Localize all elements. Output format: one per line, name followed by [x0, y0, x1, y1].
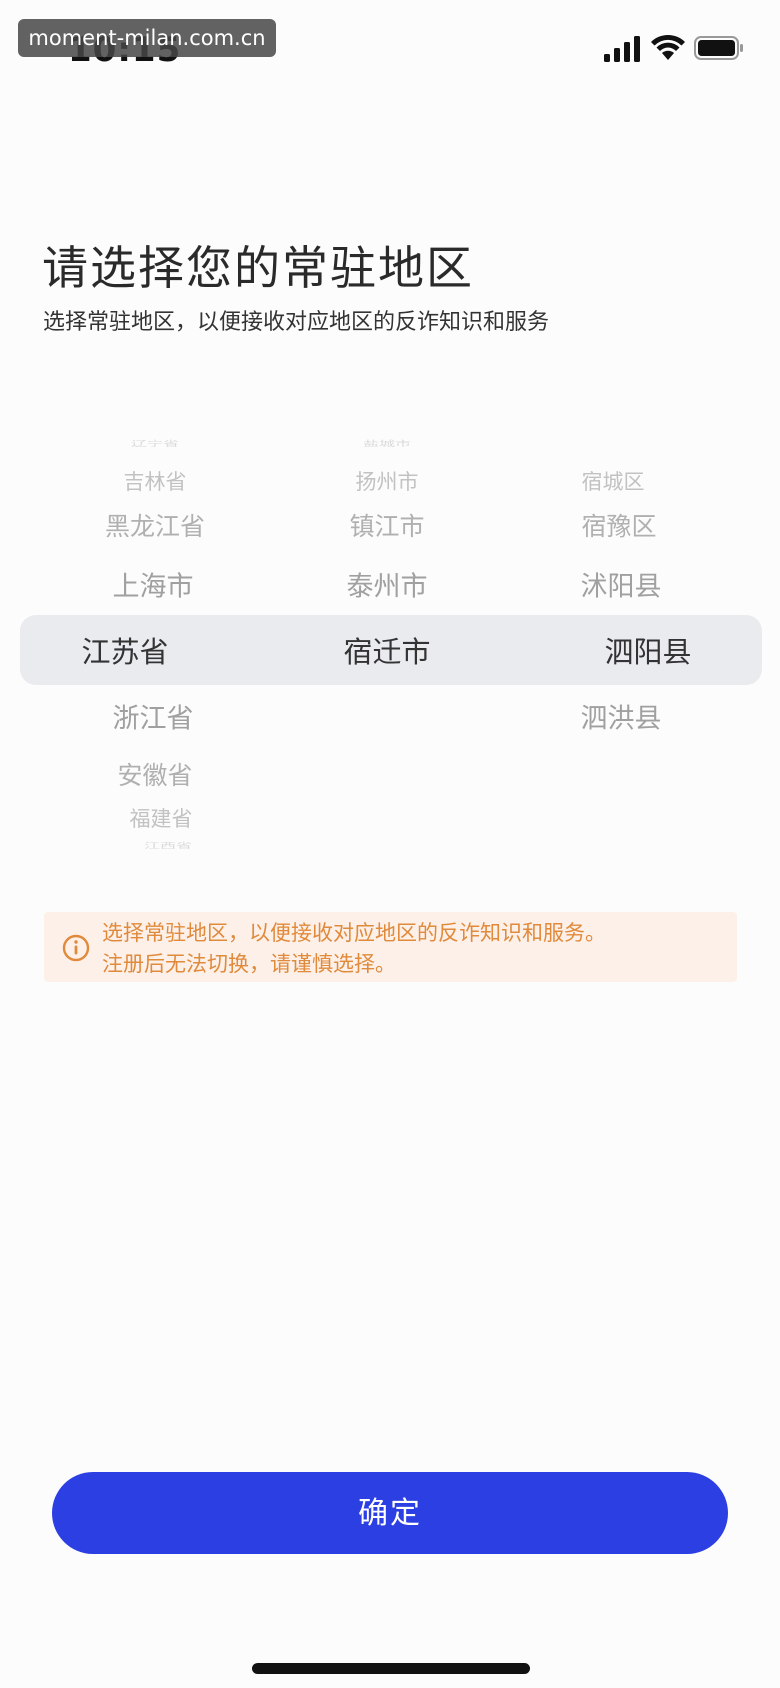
notice-banner: 选择常驻地区，以便接收对应地区的反诈知识和服务。 注册后无法切换，请谨慎选择。 [44, 912, 737, 982]
picker-item-province[interactable]: 黑龙江省 [105, 507, 205, 543]
picker-item-province[interactable]: 福建省 [130, 803, 193, 833]
battery-icon [694, 36, 743, 60]
picker-item-city[interactable]: 镇江市 [349, 507, 424, 543]
picker-item-province[interactable]: 江西省 [144, 840, 192, 851]
watermark: moment-milan.com.cn [18, 19, 276, 57]
confirm-button[interactable]: 确定 [52, 1472, 728, 1554]
notice-line-2: 注册后无法切换，请谨慎选择。 [102, 952, 396, 976]
picker-item-province[interactable]: 辽宁省 [131, 438, 179, 449]
picker-item-province[interactable]: 上海市 [113, 565, 194, 604]
picker-item-district[interactable]: 宿豫区 [581, 507, 656, 543]
info-icon [62, 934, 90, 962]
picker-item-province[interactable]: 安徽省 [117, 756, 192, 792]
notice-line-1: 选择常驻地区，以便接收对应地区的反诈知识和服务。 [102, 921, 606, 945]
notice-text: 选择常驻地区，以便接收对应地区的反诈知识和服务。 注册后无法切换，请谨慎选择。 [102, 918, 606, 980]
wifi-icon [651, 34, 685, 60]
picker-item-city[interactable]: 泰州市 [347, 565, 428, 604]
home-indicator[interactable] [252, 1663, 530, 1674]
status-bar: 10:15 moment-milan.com.cn [0, 0, 780, 100]
picker-item-district[interactable]: 宿城区 [582, 466, 645, 496]
picker-item-district[interactable]: 沭阳县 [581, 565, 662, 604]
picker-item-city[interactable]: 扬州市 [356, 466, 419, 496]
page-title: 请选择您的常驻地区 [42, 241, 474, 295]
picker-selected-city[interactable]: 宿迁市 [343, 629, 430, 671]
picker-selected-province[interactable]: 江苏省 [81, 629, 168, 671]
picker-item-city[interactable]: 盐城市 [363, 438, 411, 449]
picker-item-district[interactable]: 泗洪县 [581, 697, 662, 736]
cellular-signal-icon [604, 36, 640, 62]
page-subtitle: 选择常驻地区，以便接收对应地区的反诈知识和服务 [43, 310, 550, 335]
picker-item-province[interactable]: 吉林省 [124, 466, 187, 496]
picker-item-province[interactable]: 浙江省 [113, 697, 194, 736]
picker-selected-district[interactable]: 泗阳县 [604, 629, 691, 671]
